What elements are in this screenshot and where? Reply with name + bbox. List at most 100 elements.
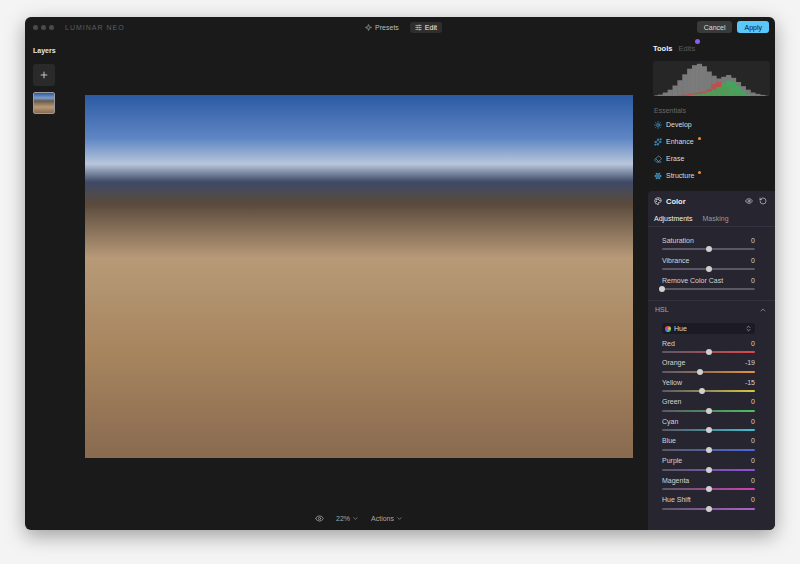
slider-knob[interactable] bbox=[706, 266, 712, 272]
slider-track[interactable] bbox=[662, 390, 755, 392]
slider[interactable]: Red 0 bbox=[648, 338, 775, 358]
slider-value[interactable]: 0 bbox=[751, 257, 755, 264]
slider-value[interactable]: 0 bbox=[751, 237, 755, 244]
slider[interactable]: Vibrance0 bbox=[648, 255, 775, 275]
slider-track[interactable] bbox=[662, 508, 755, 510]
histogram-series bbox=[687, 81, 751, 96]
slider-track[interactable] bbox=[662, 469, 755, 471]
histogram-bar bbox=[721, 83, 726, 96]
zoom-select[interactable]: 22% bbox=[336, 515, 359, 522]
histogram-bar bbox=[687, 69, 692, 96]
slider[interactable]: Remove Color Cast0 bbox=[648, 275, 775, 295]
tool-item[interactable]: Enhance bbox=[648, 133, 775, 150]
slider[interactable]: Yellow-15 bbox=[648, 377, 775, 397]
add-layer-button[interactable] bbox=[33, 64, 55, 86]
histogram-bar bbox=[726, 81, 731, 96]
reset-icon[interactable] bbox=[759, 197, 767, 205]
slider-knob[interactable] bbox=[659, 286, 665, 292]
eye-icon[interactable] bbox=[315, 514, 324, 523]
slider[interactable]: Green0 bbox=[648, 397, 775, 417]
slider-value[interactable]: 0 bbox=[751, 496, 755, 503]
hsl-mode-dropdown[interactable]: Hue bbox=[662, 323, 755, 334]
apply-button[interactable]: Apply bbox=[737, 21, 769, 33]
slider-knob[interactable] bbox=[697, 369, 703, 375]
histogram-bar bbox=[721, 77, 726, 96]
slider-value[interactable]: 0 bbox=[751, 477, 755, 484]
histogram-bar bbox=[673, 86, 678, 97]
slider[interactable]: Cyan0 bbox=[648, 416, 775, 436]
title-bar: LUMINAR NEOPresetsEditCancelApply bbox=[25, 17, 775, 37]
slider-track[interactable] bbox=[662, 248, 755, 250]
updown-icon bbox=[745, 325, 752, 332]
slider[interactable]: Purple0 bbox=[648, 456, 775, 476]
slider-track[interactable] bbox=[662, 449, 755, 451]
histogram-bar bbox=[673, 96, 678, 97]
layers-title: Layers bbox=[33, 46, 70, 56]
histogram-bar bbox=[721, 83, 726, 96]
panel-tab[interactable]: Edits bbox=[678, 44, 695, 53]
slider-knob[interactable] bbox=[706, 246, 712, 252]
histogram-bar bbox=[741, 91, 746, 96]
histogram-bar bbox=[668, 96, 673, 97]
histogram-bar bbox=[697, 64, 702, 96]
slider[interactable]: Orange-19 bbox=[648, 358, 775, 378]
slider-track[interactable] bbox=[662, 429, 755, 431]
slider-value[interactable]: 0 bbox=[751, 398, 755, 405]
slider-knob[interactable] bbox=[706, 506, 712, 512]
slider[interactable]: Hue Shift0 bbox=[648, 495, 775, 515]
slider-value[interactable]: 0 bbox=[751, 418, 755, 425]
slider-track[interactable] bbox=[662, 410, 755, 412]
slider-value[interactable]: -15 bbox=[745, 379, 755, 386]
histogram-bar bbox=[658, 96, 663, 97]
tools-panel: ToolsEditsEssentialsDevelopEnhanceEraseS… bbox=[648, 37, 775, 530]
photo bbox=[85, 95, 633, 458]
slider-knob[interactable] bbox=[706, 467, 712, 473]
histogram-bar bbox=[765, 95, 770, 96]
mode-button[interactable]: Edit bbox=[410, 22, 442, 33]
slider-knob[interactable] bbox=[706, 349, 712, 355]
slider-knob[interactable] bbox=[706, 408, 712, 414]
slider-track[interactable] bbox=[662, 351, 755, 353]
actions-menu[interactable]: Actions bbox=[371, 515, 403, 522]
slider-knob[interactable] bbox=[706, 486, 712, 492]
slider[interactable]: Saturation0 bbox=[648, 235, 775, 255]
color-header[interactable]: Color bbox=[648, 191, 775, 211]
histogram-bar bbox=[707, 72, 712, 97]
histogram-bar bbox=[746, 90, 751, 96]
close-dot[interactable] bbox=[33, 25, 38, 30]
slider-value[interactable]: 0 bbox=[751, 437, 755, 444]
histogram-bar bbox=[658, 96, 663, 97]
slider-track[interactable] bbox=[662, 268, 755, 270]
eye-icon[interactable] bbox=[745, 197, 753, 205]
zoom-dot[interactable] bbox=[49, 25, 54, 30]
hsl-header[interactable]: HSL bbox=[648, 300, 775, 318]
color-tab[interactable]: Adjustments bbox=[654, 215, 693, 222]
slider[interactable]: Magenta0 bbox=[648, 475, 775, 495]
slider-value[interactable]: 0 bbox=[751, 457, 755, 464]
color-tab[interactable]: Masking bbox=[703, 215, 729, 222]
layer-thumbnail[interactable] bbox=[33, 92, 55, 114]
slider[interactable]: Blue0 bbox=[648, 436, 775, 456]
slider-value[interactable]: 0 bbox=[751, 340, 755, 347]
sliders-icon bbox=[415, 24, 422, 31]
panel-tab[interactable]: Tools bbox=[653, 44, 672, 53]
tool-item[interactable]: Develop bbox=[648, 116, 775, 133]
palette-icon bbox=[654, 197, 662, 205]
sparkle-icon bbox=[365, 24, 372, 31]
cancel-button[interactable]: Cancel bbox=[697, 21, 733, 33]
tool-item[interactable]: Erase bbox=[648, 150, 775, 167]
slider-track[interactable] bbox=[662, 288, 755, 290]
slider-value[interactable]: 0 bbox=[751, 277, 755, 284]
tool-item[interactable]: Structure bbox=[648, 167, 775, 184]
minimize-dot[interactable] bbox=[41, 25, 46, 30]
slider-knob[interactable] bbox=[706, 427, 712, 433]
slider-value[interactable]: -19 bbox=[745, 359, 755, 366]
histogram-bar bbox=[765, 96, 770, 97]
histogram-bar bbox=[702, 92, 707, 96]
slider-label: Red bbox=[662, 340, 675, 347]
slider-knob[interactable] bbox=[699, 388, 705, 394]
slider-track[interactable] bbox=[662, 488, 755, 490]
slider-knob[interactable] bbox=[706, 447, 712, 453]
mode-button[interactable]: Presets bbox=[360, 22, 404, 33]
slider-track[interactable] bbox=[662, 371, 755, 373]
